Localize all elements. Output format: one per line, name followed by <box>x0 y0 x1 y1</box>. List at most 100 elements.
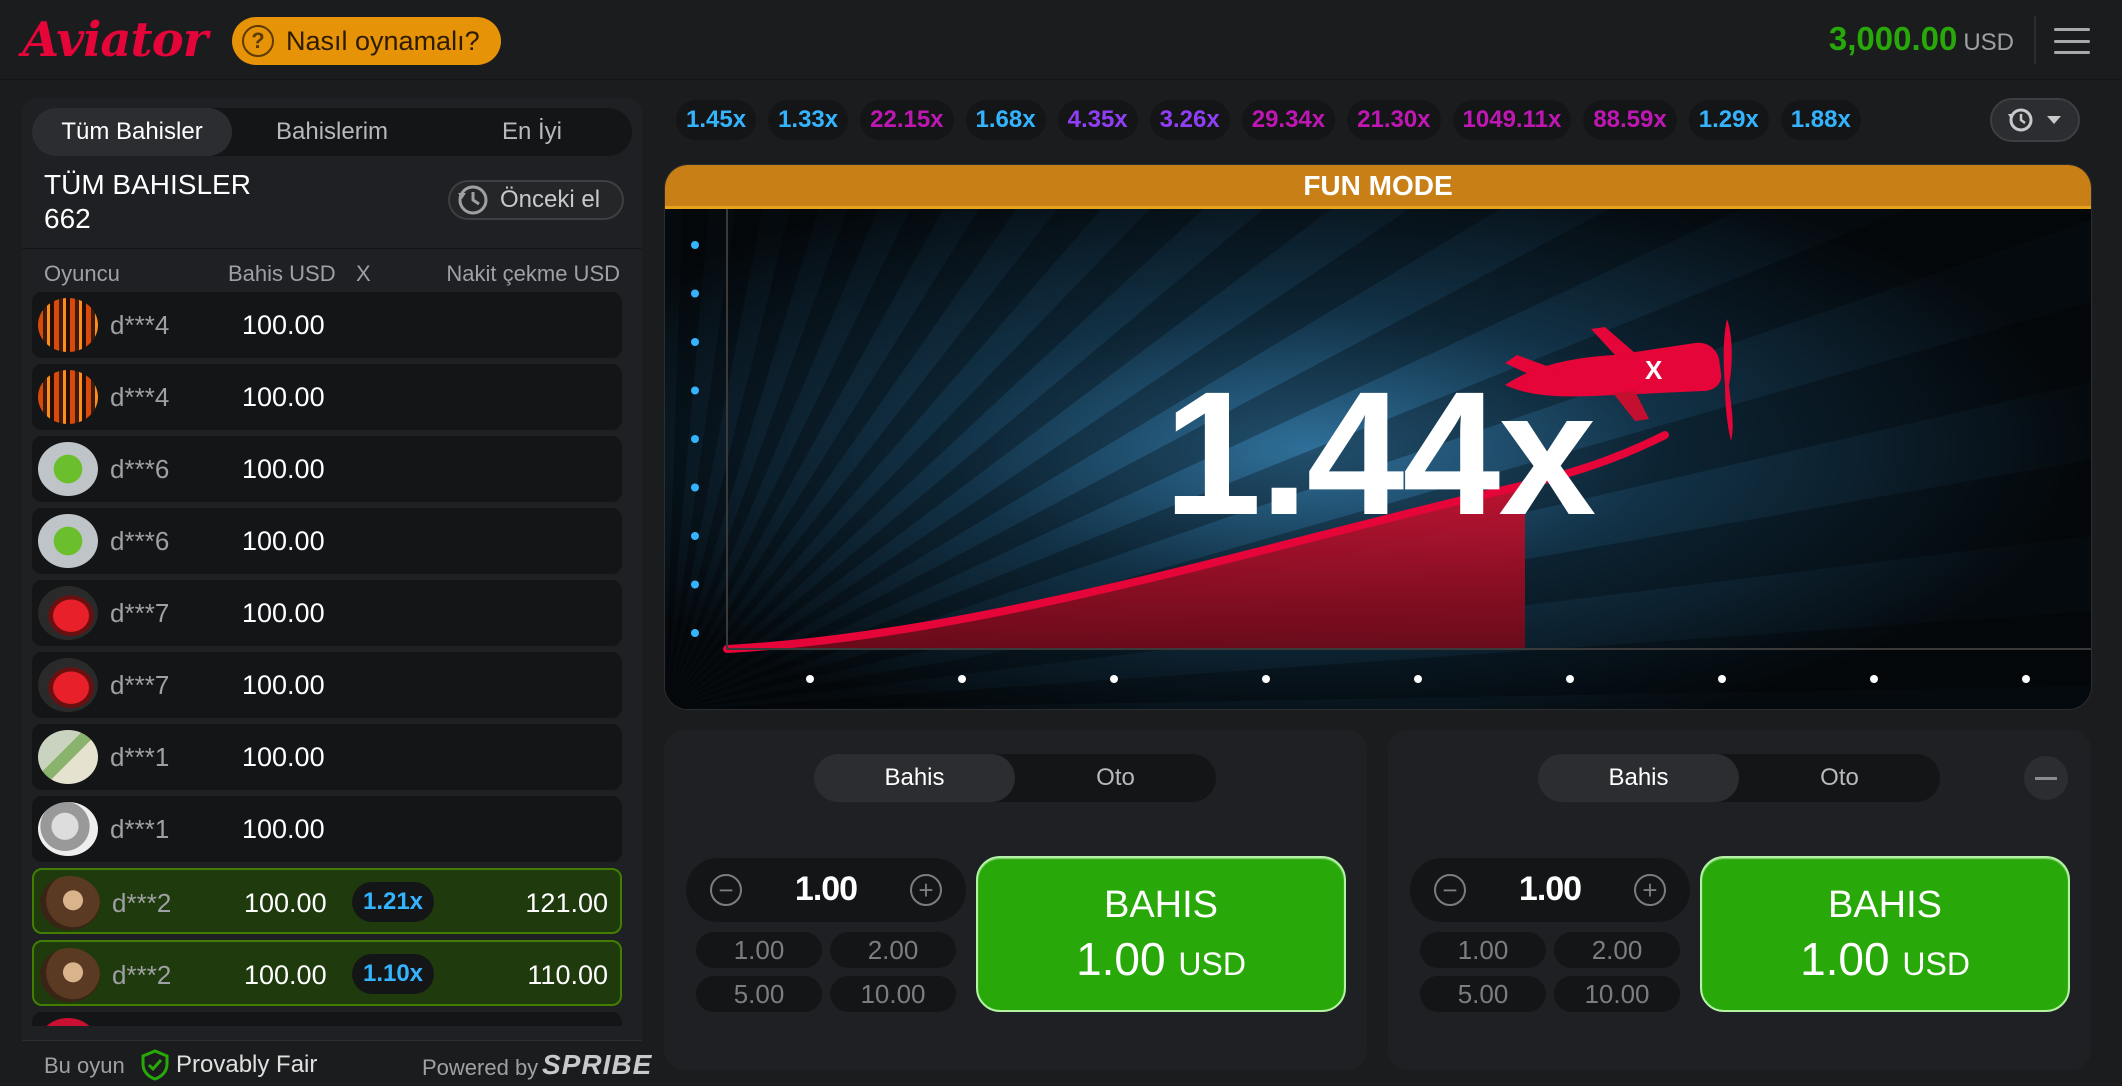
history-multiplier[interactable]: 29.34x <box>1241 100 1336 140</box>
tab-all-bets[interactable]: Tüm Bahisler <box>32 108 232 156</box>
player-name: d***1 <box>110 742 170 772</box>
history-icon <box>458 185 488 215</box>
avatar <box>38 370 98 424</box>
hamburger-menu-icon[interactable] <box>2054 28 2090 54</box>
history-multiplier[interactable]: 4.35x <box>1057 100 1138 140</box>
tab-my-bets[interactable]: Bahislerim <box>232 108 432 156</box>
player-name: d***7 <box>110 598 170 628</box>
tab-auto[interactable]: Oto <box>1739 754 1940 802</box>
history-multiplier[interactable]: 22.15x <box>860 100 954 140</box>
bets-tabs: Tüm Bahisler Bahislerim En İyi <box>32 108 632 156</box>
avatar <box>40 948 100 1002</box>
header-divider <box>2034 16 2036 64</box>
bet-amount: 100.00 <box>242 454 325 484</box>
avatar <box>40 876 100 930</box>
bet-row: d***6 100.00 <box>32 436 622 502</box>
aviator-logo[interactable]: Aviator <box>22 12 208 68</box>
history-multiplier[interactable]: 88.59x <box>1583 100 1677 140</box>
bet-row: d***4 100.00 <box>32 292 622 358</box>
history-multiplier[interactable]: 1.45x <box>676 100 757 140</box>
question-icon: ? <box>242 25 274 57</box>
fun-mode-banner: FUN MODE <box>665 165 2091 209</box>
history-icon <box>2008 108 2033 132</box>
bet-amount: 100.00 <box>242 526 325 556</box>
bet-amount: 100.00 <box>242 598 325 628</box>
how-to-play-button[interactable]: ? Nasıl oynamalı? <box>232 17 501 65</box>
bet-mode-tabs: Bahis Oto <box>1538 754 1940 802</box>
place-bet-button[interactable]: BAHIS 1.00 USD <box>976 856 1346 1012</box>
cashout-multiplier: 1.21x <box>352 882 434 922</box>
place-bet-button[interactable]: BAHIS 1.00 USD <box>1700 856 2070 1012</box>
place-bet-label: BAHIS <box>1827 884 1943 926</box>
quick-amount-button[interactable]: 5.00 <box>1420 976 1546 1012</box>
powered-by-label: Powered by <box>422 1055 539 1080</box>
quick-amount-button[interactable]: 1.00 <box>696 932 822 968</box>
quick-amount-button[interactable]: 1.00 <box>1420 932 1546 968</box>
history-multiplier[interactable]: 3.26x <box>1149 100 1230 140</box>
avatar <box>38 442 98 496</box>
bet-panel-2: Bahis Oto − 1.00 + 1.00 2.00 5.00 10.00 … <box>1388 730 2091 1070</box>
history-multiplier[interactable]: 1.29x <box>1688 100 1769 140</box>
tab-bet[interactable]: Bahis <box>1538 754 1739 802</box>
history-multiplier[interactable]: 1.68x <box>965 100 1046 140</box>
column-player: Oyuncu <box>44 261 120 286</box>
top-header: Aviator ? Nasıl oynamalı? 3,000.00 USD <box>0 0 2122 80</box>
previous-round-label: Önceki el <box>500 186 601 213</box>
player-name: d***2 <box>112 888 172 918</box>
player-name: d***1 <box>110 814 170 844</box>
cashout-amount: 121.00 <box>525 888 608 918</box>
bet-amount-stepper: − 1.00 + <box>1410 858 1690 922</box>
player-name: d***4 <box>110 310 170 340</box>
all-bets-title: TÜM BAHISLER <box>44 169 251 200</box>
chevron-down-icon <box>2047 116 2061 124</box>
bets-panel: Tüm Bahisler Bahislerim En İyi TÜM BAHIS… <box>22 98 642 1086</box>
bets-column-headers: Oyuncu Bahis USD X Nakit çekme USD <box>22 248 642 288</box>
balance-currency: USD <box>1963 29 2014 56</box>
bets-list: d***4 100.00 d***4 100.00 d***6 100.00 d***6 10… <box>32 292 632 1026</box>
quick-amount-button[interactable]: 5.00 <box>696 976 822 1012</box>
column-cashout: Nakit çekme USD <box>446 261 620 286</box>
balance: 3,000.00 USD <box>1829 20 2014 58</box>
tab-top[interactable]: En İyi <box>432 108 632 156</box>
tab-bet[interactable]: Bahis <box>814 754 1015 802</box>
tab-auto[interactable]: Oto <box>1015 754 1216 802</box>
bet-row: d***4 100.00 <box>32 364 622 430</box>
quick-amount-button[interactable]: 10.00 <box>1554 976 1680 1012</box>
bet-amount: 100.00 <box>242 382 325 412</box>
all-bets-count: 662 <box>44 203 91 234</box>
provably-fair-footer: Bu oyun Provably Fair Powered by SPRIBE <box>22 1040 651 1086</box>
bet-row: d***2 100.00 1.21x 121.00 <box>32 868 622 934</box>
game-canvas: FUN MODE X 1.44x <box>664 164 2092 710</box>
bet-amount: 100.00 <box>242 670 325 700</box>
avatar <box>38 514 98 568</box>
avatar <box>38 586 98 640</box>
remove-bet-panel-button[interactable] <box>2024 756 2068 800</box>
previous-round-button[interactable]: Önceki el <box>448 180 624 220</box>
bet-row: d***7 100.00 <box>32 580 622 646</box>
bet-mode-tabs: Bahis Oto <box>814 754 1216 802</box>
history-multiplier[interactable]: 1.33x <box>768 100 849 140</box>
history-multiplier[interactable]: 1.88x <box>1780 100 1861 140</box>
history-dropdown-button[interactable] <box>1990 98 2080 142</box>
player-name: d***6 <box>110 526 170 556</box>
player-name: d***2 <box>112 960 172 990</box>
history-multiplier[interactable]: 1049.11x <box>1452 100 1572 140</box>
history-multiplier[interactable]: 21.30x <box>1347 100 1441 140</box>
increase-bet-button[interactable]: + <box>910 874 942 906</box>
bet-row: d***1 100.00 <box>32 796 622 862</box>
column-x: X <box>356 261 371 286</box>
quick-amount-button[interactable]: 10.00 <box>830 976 956 1012</box>
bet-row: d***7 100.00 <box>32 652 622 718</box>
bet-amount: 100.00 <box>242 742 325 772</box>
player-name: d***6 <box>110 454 170 484</box>
quick-amount-button[interactable]: 2.00 <box>1554 932 1680 968</box>
provably-fair-link[interactable]: Provably Fair <box>176 1051 317 1079</box>
player-name: d***7 <box>110 670 170 700</box>
avatar <box>38 298 98 352</box>
bet-amount: 100.00 <box>242 814 325 844</box>
quick-amount-button[interactable]: 2.00 <box>830 932 956 968</box>
bet-amount: 100.00 <box>244 888 327 918</box>
all-bets-heading: TÜM BAHISLER 662 <box>44 168 251 236</box>
increase-bet-button[interactable]: + <box>1634 874 1666 906</box>
balance-amount: 3,000.00 <box>1828 20 1958 57</box>
